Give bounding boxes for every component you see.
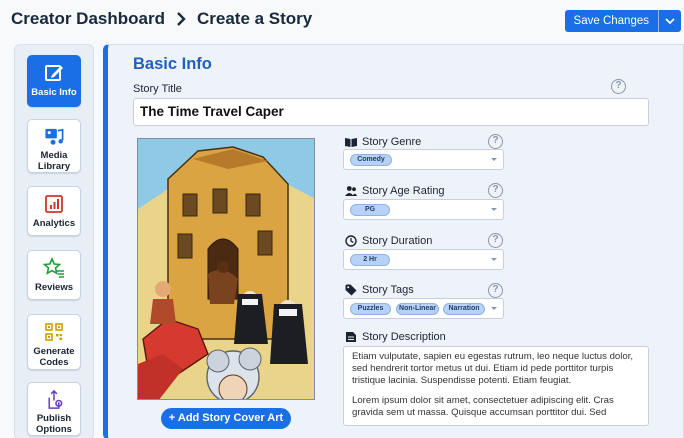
breadcrumb-root[interactable]: Creator Dashboard <box>11 9 165 29</box>
chevron-down-icon <box>491 307 497 310</box>
story-genre-label-text: Story Genre <box>362 136 422 148</box>
tag-chip-puzzles[interactable]: Puzzles <box>350 303 391 315</box>
story-tags-label-text: Story Tags <box>362 284 414 296</box>
story-tags-label: Story Tags <box>345 284 414 296</box>
tag-icon <box>345 284 357 296</box>
story-title-input[interactable]: The Time Travel Caper <box>133 98 649 126</box>
story-title-help-icon[interactable]: ? <box>611 79 626 94</box>
breadcrumb: Creator Dashboard Create a Story <box>11 9 312 29</box>
story-title-label-text: Story Title <box>133 83 182 95</box>
story-description-label: Story Description <box>345 331 446 343</box>
story-age-rating-select[interactable]: PG <box>343 199 504 220</box>
story-duration-help-icon[interactable]: ? <box>488 233 503 248</box>
publish-gear-icon <box>48 389 63 409</box>
chevron-down-icon <box>491 208 497 211</box>
people-icon <box>345 186 357 196</box>
description-icon <box>346 332 356 342</box>
description-paragraph: Lorem ipsum dolor sit amet, consectetuer… <box>352 395 614 418</box>
story-duration-label-text: Story Duration <box>362 235 433 247</box>
sidebar-item-basic-info[interactable]: Basic Info <box>27 55 81 107</box>
story-genre-label: Story Genre <box>345 136 421 148</box>
story-title-label: Story Title <box>133 83 182 95</box>
story-tags-help-icon[interactable]: ? <box>488 283 503 298</box>
story-duration-select[interactable]: 2 Hr <box>343 249 504 270</box>
add-cover-art-button[interactable]: + Add Story Cover Art <box>161 408 291 429</box>
story-description-textarea[interactable]: Etiam vulputate, sapien eu egestas rutru… <box>343 346 649 426</box>
chevron-down-icon <box>491 258 497 261</box>
analytics-icon <box>45 195 63 213</box>
sidebar-item-analytics[interactable]: Analytics <box>27 186 81 236</box>
tag-chip-narration[interactable]: Narration <box>443 303 485 315</box>
sidebar-item-label: Reviews <box>34 282 74 293</box>
top-bar: Creator Dashboard Create a Story Save Ch… <box>0 0 684 40</box>
sidebar: Basic Info Media Library Analytics Revie… <box>14 44 94 438</box>
chevron-right-icon <box>177 12 186 26</box>
story-age-rating-label-text: Story Age Rating <box>362 185 445 197</box>
genre-chip: Comedy <box>350 154 392 166</box>
tag-chip-non-linear[interactable]: Non-Linear <box>396 303 439 315</box>
story-age-rating-help-icon[interactable]: ? <box>488 183 503 198</box>
story-genre-help-icon[interactable]: ? <box>488 134 503 149</box>
sidebar-item-label: Analytics <box>32 218 76 229</box>
qr-code-icon <box>45 323 63 341</box>
chevron-down-icon <box>491 158 497 161</box>
sidebar-item-reviews[interactable]: Reviews <box>27 250 81 300</box>
story-age-rating-label: Story Age Rating <box>345 185 445 197</box>
edit-icon <box>45 65 63 81</box>
sidebar-item-label: Publish Options <box>36 413 72 435</box>
clock-icon <box>345 235 357 247</box>
chevron-down-icon <box>665 17 675 24</box>
sidebar-item-publish-options[interactable]: Publish Options <box>27 382 81 436</box>
cover-art-illustration <box>138 139 314 399</box>
description-paragraph: Etiam vulputate, sapien eu egestas rutru… <box>352 351 634 386</box>
story-duration-label: Story Duration <box>345 235 432 247</box>
save-options-dropdown[interactable] <box>659 10 681 32</box>
duration-chip: 2 Hr <box>350 254 390 266</box>
sidebar-item-label: Basic Info <box>31 87 77 98</box>
story-description-label-text: Story Description <box>362 331 446 343</box>
media-library-icon <box>45 128 64 145</box>
book-icon <box>345 138 357 147</box>
story-genre-select[interactable]: Comedy <box>343 149 504 170</box>
sidebar-item-label: Media Library <box>37 150 71 172</box>
save-button-group: Save Changes <box>564 10 681 32</box>
age-rating-chip: PG <box>350 204 390 216</box>
save-changes-button[interactable]: Save Changes <box>565 10 659 32</box>
sidebar-item-label: Generate Codes <box>33 346 75 368</box>
story-cover-art <box>137 138 315 400</box>
sidebar-item-media-library[interactable]: Media Library <box>27 119 81 173</box>
story-tags-select[interactable]: Puzzles Non-Linear Narration <box>343 298 504 319</box>
sidebar-item-generate-codes[interactable]: Generate Codes <box>27 314 81 370</box>
star-list-icon <box>43 257 64 278</box>
panel-title: Basic Info <box>133 55 212 73</box>
breadcrumb-current: Create a Story <box>196 9 313 28</box>
